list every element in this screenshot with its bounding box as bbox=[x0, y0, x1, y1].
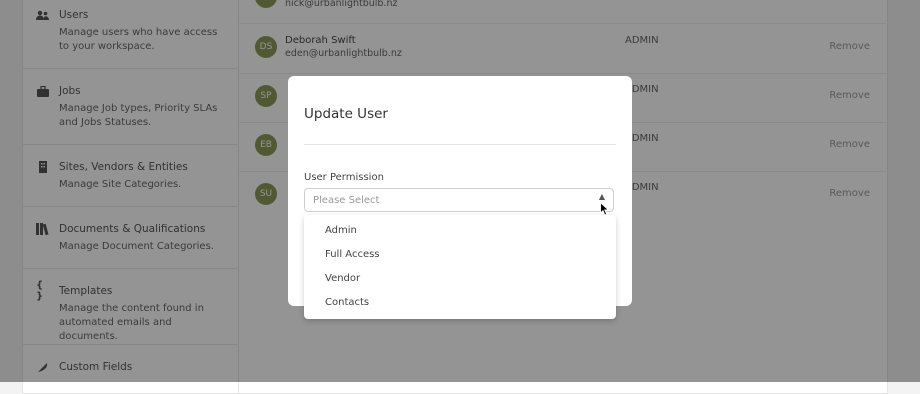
option-contacts[interactable]: Contacts bbox=[325, 297, 369, 308]
user-permission-select[interactable]: Please Select ▲ bbox=[304, 188, 614, 212]
option-full-access[interactable]: Full Access bbox=[325, 249, 380, 260]
select-placeholder: Please Select bbox=[313, 195, 380, 206]
dialog-title: Update User bbox=[304, 106, 388, 122]
divider bbox=[304, 144, 616, 145]
mouse-cursor-icon bbox=[600, 201, 610, 220]
chevron-up-icon: ▲ bbox=[598, 192, 605, 201]
user-permission-label: User Permission bbox=[304, 172, 384, 183]
option-admin[interactable]: Admin bbox=[325, 225, 357, 236]
option-vendor[interactable]: Vendor bbox=[325, 273, 360, 284]
permission-dropdown-menu: Admin Full Access Vendor Contacts bbox=[304, 215, 616, 319]
